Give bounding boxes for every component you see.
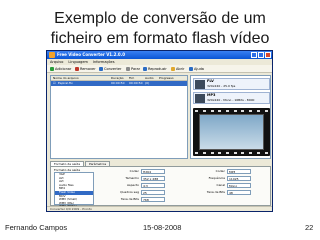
audio-codec-select[interactable]: Codec MP3 (216, 169, 251, 174)
play-icon (143, 67, 147, 71)
field-value[interactable]: 4:3 (141, 183, 165, 188)
field-value[interactable]: Mono (227, 183, 251, 188)
field-value[interactable]: H264 (141, 169, 165, 174)
audio-bitrate-select[interactable]: Taxa de Bits 48 (207, 190, 251, 195)
field-label: Aspecto (126, 183, 139, 187)
close-icon[interactable] (265, 52, 271, 58)
video-thumbnail (195, 80, 205, 89)
preview-panel: FLV 320x240 - 25.0 fps MP3 320x240 - Mon… (190, 75, 271, 159)
window-title: Free Video Converter V1.2.0.0 (57, 52, 125, 57)
field-label: Codec (129, 169, 139, 173)
folder-icon (171, 67, 175, 71)
footer-page: 22 (305, 223, 314, 232)
aspect-select[interactable]: Aspecto 4:3 (127, 183, 165, 188)
source-details: 320x240 - 25.0 fps (207, 84, 236, 88)
window-controls (251, 52, 271, 58)
status-bar: Converter 0/0 2009 - Pronto (47, 206, 272, 211)
file-name: Espiral.flv (58, 81, 73, 85)
maximize-icon[interactable] (258, 52, 264, 58)
audio-thumbnail (195, 94, 205, 103)
film-strip-preview (193, 108, 270, 156)
remove-button[interactable]: Remover (75, 66, 96, 72)
channel-select[interactable]: Canal Mono (216, 183, 251, 188)
convert-button[interactable]: Converter (99, 66, 121, 72)
slide-title: Exemplo de conversão de um ficheiro em f… (0, 9, 320, 49)
frequency-select[interactable]: Frequência 11025 (209, 176, 251, 181)
help-button[interactable]: Ajuda (189, 66, 204, 72)
footer-author: Fernando Campos (5, 223, 68, 232)
fps-select[interactable]: Quadros seg 25 (120, 190, 165, 195)
table-row[interactable]: ☑ Espiral.flv 00:00:50 00:00:50 (0) (51, 81, 187, 86)
slide-title-line-2: ficheiro em formato flash vídeo (50, 30, 270, 47)
source-info: FLV 320x240 - 25.0 fps (193, 78, 270, 90)
window-titlebar: Free Video Converter V1.2.0.0 (47, 51, 272, 59)
convert-icon (99, 67, 103, 71)
video-size-select[interactable]: Tamanho 352 x 288 (125, 176, 165, 181)
format-list[interactable]: 3GP AVI AVI Audio files MP4 Flash Video MOV WMV… (54, 172, 94, 211)
field-value[interactable]: 768 (141, 197, 165, 202)
file-list: Nome do arquivo Duração Fim Audio Progre… (50, 75, 188, 159)
minimize-icon[interactable] (251, 52, 257, 58)
field-label: Canal (216, 183, 225, 187)
stop-icon (126, 67, 130, 71)
video-codec-select[interactable]: Codec H264 (130, 169, 165, 174)
output-details: 320x240 - Mono - 16Bits - 8000 (207, 98, 255, 102)
field-label: Quadros seg (120, 190, 139, 194)
app-icon (49, 52, 55, 58)
field-value[interactable]: 25 (141, 190, 165, 195)
play-button[interactable]: Reproduzir (143, 66, 167, 72)
file-checkbox-icon[interactable]: ☑ (53, 81, 56, 86)
settings-panel: Formato de saída 3GP AVI AVI Audio files MP4… (50, 166, 271, 211)
video-preview-frame (199, 114, 264, 150)
toolbar: Adicionar Remover Converter Parar Reprod… (47, 65, 272, 73)
add-button[interactable]: Adicionar (50, 66, 71, 72)
status-text: Converter 0/0 2009 - Pronto (50, 207, 92, 211)
field-label: Taxa de Bits (120, 197, 139, 201)
field-label: Frequência (208, 176, 225, 180)
footer-date: 15-08-2008 (143, 223, 182, 232)
remove-icon (75, 67, 79, 71)
film-holes-bottom (193, 151, 270, 155)
open-folder-button[interactable]: Abrir (171, 66, 184, 72)
app-window: Free Video Converter V1.2.0.0 Arquivo Li… (46, 50, 273, 212)
film-holes-top (193, 109, 270, 113)
file-duration: 00:00:50 (111, 81, 125, 85)
output-info: MP3 320x240 - Mono - 16Bits - 8000 (193, 92, 270, 104)
file-audio: (0) (145, 81, 150, 85)
field-label: Tamanho (125, 176, 139, 180)
stop-button[interactable]: Parar (126, 66, 140, 72)
video-bitrate-select[interactable]: Taxa de Bits 768 (121, 197, 165, 202)
field-value[interactable]: 48 (227, 190, 251, 195)
field-value[interactable]: 11025 (227, 176, 251, 181)
field-value[interactable]: MP3 (227, 169, 251, 174)
field-label: Codec (215, 169, 225, 173)
field-value[interactable]: 352 x 288 (141, 176, 165, 181)
slide-title-line-1: Exemplo de conversão de um (54, 10, 266, 27)
file-end: 00:00:50 (129, 81, 143, 85)
field-label: Taxa de Bits (206, 190, 225, 194)
help-icon (189, 67, 193, 71)
add-icon (50, 67, 54, 71)
